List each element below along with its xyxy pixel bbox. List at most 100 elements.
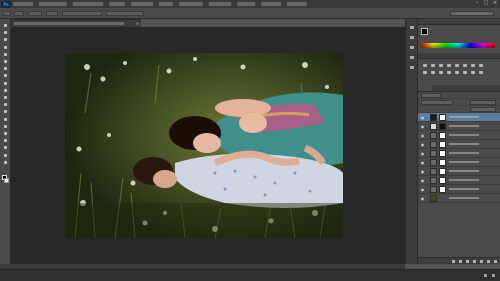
adjustment-icon[interactable] bbox=[430, 70, 436, 75]
eye-icon[interactable]: ◉ bbox=[420, 115, 425, 120]
menu-item[interactable] bbox=[13, 2, 33, 6]
options-field[interactable] bbox=[46, 11, 58, 16]
document-photo[interactable] bbox=[65, 53, 343, 238]
adjustment-icon[interactable] bbox=[446, 63, 452, 68]
move-tool-icon[interactable] bbox=[3, 23, 8, 28]
menu-item[interactable] bbox=[39, 2, 67, 6]
adjustment-icon[interactable] bbox=[462, 63, 468, 68]
layer-row[interactable]: ◉ bbox=[418, 113, 500, 122]
timeline-collapse-icon[interactable] bbox=[491, 273, 496, 278]
add-mask-icon[interactable] bbox=[465, 259, 470, 264]
brush-tool-icon[interactable] bbox=[3, 73, 8, 78]
layers-tab[interactable] bbox=[418, 85, 432, 91]
layer-row[interactable]: ◉ bbox=[418, 185, 500, 194]
path-selection-tool-icon[interactable] bbox=[3, 138, 8, 143]
layer-row[interactable]: ◉ bbox=[418, 140, 500, 149]
history-icon[interactable] bbox=[409, 25, 415, 30]
layers-tab[interactable] bbox=[448, 85, 464, 91]
eye-icon[interactable]: ◉ bbox=[420, 187, 425, 192]
menu-item[interactable] bbox=[261, 2, 281, 6]
adjustment-icon[interactable] bbox=[430, 63, 436, 68]
layer-row[interactable]: ◉ bbox=[418, 122, 500, 131]
crop-tool-icon[interactable] bbox=[3, 52, 8, 57]
delete-layer-icon[interactable] bbox=[493, 259, 498, 264]
menu-item[interactable] bbox=[109, 2, 125, 6]
lasso-tool-icon[interactable] bbox=[3, 37, 8, 42]
history-brush-tool-icon[interactable] bbox=[3, 88, 8, 93]
layer-mask-thumbnail[interactable] bbox=[439, 150, 446, 157]
layer-mask-thumbnail[interactable] bbox=[439, 168, 446, 175]
paragraph-icon[interactable] bbox=[409, 65, 415, 70]
new-layer-icon[interactable] bbox=[486, 259, 491, 264]
maximize-icon[interactable]: □ bbox=[483, 1, 489, 6]
close-icon[interactable]: × bbox=[136, 20, 139, 27]
layer-mask-thumbnail[interactable] bbox=[439, 114, 446, 121]
background-color-swatch[interactable] bbox=[4, 178, 9, 183]
workspace-select[interactable] bbox=[450, 11, 494, 16]
menu-item[interactable] bbox=[237, 2, 255, 6]
options-field[interactable] bbox=[62, 11, 102, 16]
layer-mask-thumbnail[interactable] bbox=[439, 141, 446, 148]
layer-filter-select[interactable] bbox=[421, 93, 441, 98]
group-icon[interactable] bbox=[479, 259, 484, 264]
info-icon[interactable] bbox=[409, 55, 415, 60]
options-field[interactable] bbox=[14, 11, 24, 16]
eye-icon[interactable]: ◉ bbox=[420, 196, 425, 201]
timeline-menu-icon[interactable] bbox=[483, 273, 488, 278]
layer-row[interactable]: ◉ bbox=[418, 158, 500, 167]
gradient-tool-icon[interactable] bbox=[3, 102, 8, 107]
eye-icon[interactable]: ◉ bbox=[420, 160, 425, 165]
layer-mask-thumbnail[interactable] bbox=[439, 186, 446, 193]
minimize-icon[interactable]: – bbox=[474, 1, 480, 6]
menu-item[interactable] bbox=[209, 2, 231, 6]
shape-tool-icon[interactable] bbox=[3, 145, 8, 150]
layers-tab[interactable] bbox=[432, 85, 448, 91]
link-layers-icon[interactable] bbox=[451, 259, 456, 264]
quick-select-tool-icon[interactable] bbox=[3, 45, 8, 50]
layer-row[interactable]: ◉ bbox=[418, 131, 500, 140]
layer-row[interactable]: ◉ bbox=[418, 176, 500, 185]
eyedropper-tool-icon[interactable] bbox=[3, 59, 8, 64]
foreground-swatch[interactable] bbox=[421, 28, 428, 35]
adjustment-icon[interactable] bbox=[462, 70, 468, 75]
adjustment-icon[interactable] bbox=[446, 70, 452, 75]
blur-tool-icon[interactable] bbox=[3, 109, 8, 114]
adjustment-icon[interactable] bbox=[422, 70, 428, 75]
eye-icon[interactable]: ◉ bbox=[420, 142, 425, 147]
eye-icon[interactable]: ◉ bbox=[420, 124, 425, 129]
layer-row[interactable]: ◉ bbox=[418, 194, 500, 203]
pen-tool-icon[interactable] bbox=[3, 124, 8, 129]
adjustment-icon[interactable] bbox=[454, 63, 460, 68]
adjustment-icon[interactable] bbox=[470, 70, 476, 75]
layer-style-icon[interactable] bbox=[458, 259, 463, 264]
eraser-tool-icon[interactable] bbox=[3, 95, 8, 100]
close-icon[interactable]: × bbox=[492, 1, 498, 6]
zoom-tool-icon[interactable] bbox=[3, 160, 8, 165]
actions-icon[interactable] bbox=[409, 35, 415, 40]
menu-item[interactable] bbox=[159, 2, 173, 6]
adjustment-icon[interactable] bbox=[454, 70, 460, 75]
adjustment-layer-icon[interactable] bbox=[472, 259, 477, 264]
adjustment-icon[interactable] bbox=[438, 70, 444, 75]
options-field[interactable] bbox=[28, 11, 42, 16]
move-tool-icon[interactable] bbox=[3, 11, 11, 16]
properties-icon[interactable] bbox=[409, 45, 415, 50]
opacity-field[interactable] bbox=[470, 100, 496, 105]
layer-mask-thumbnail[interactable] bbox=[439, 159, 446, 166]
canvas-area[interactable] bbox=[11, 27, 405, 264]
layer-row[interactable]: ◉ bbox=[418, 167, 500, 176]
dodge-tool-icon[interactable] bbox=[3, 117, 8, 122]
document-tab[interactable]: × bbox=[11, 19, 141, 27]
adjustment-icon[interactable] bbox=[470, 63, 476, 68]
fill-field[interactable] bbox=[470, 107, 496, 112]
hand-tool-icon[interactable] bbox=[3, 153, 8, 158]
marquee-tool-icon[interactable] bbox=[3, 30, 8, 35]
adjustment-icon[interactable] bbox=[422, 63, 428, 68]
blend-mode-select[interactable] bbox=[421, 100, 453, 105]
adjustment-icon[interactable] bbox=[438, 63, 444, 68]
layer-mask-thumbnail[interactable] bbox=[439, 123, 446, 130]
menu-item[interactable] bbox=[287, 2, 307, 6]
type-tool-icon[interactable] bbox=[3, 131, 8, 136]
eye-icon[interactable]: ◉ bbox=[420, 133, 425, 138]
clone-stamp-tool-icon[interactable] bbox=[3, 81, 8, 86]
